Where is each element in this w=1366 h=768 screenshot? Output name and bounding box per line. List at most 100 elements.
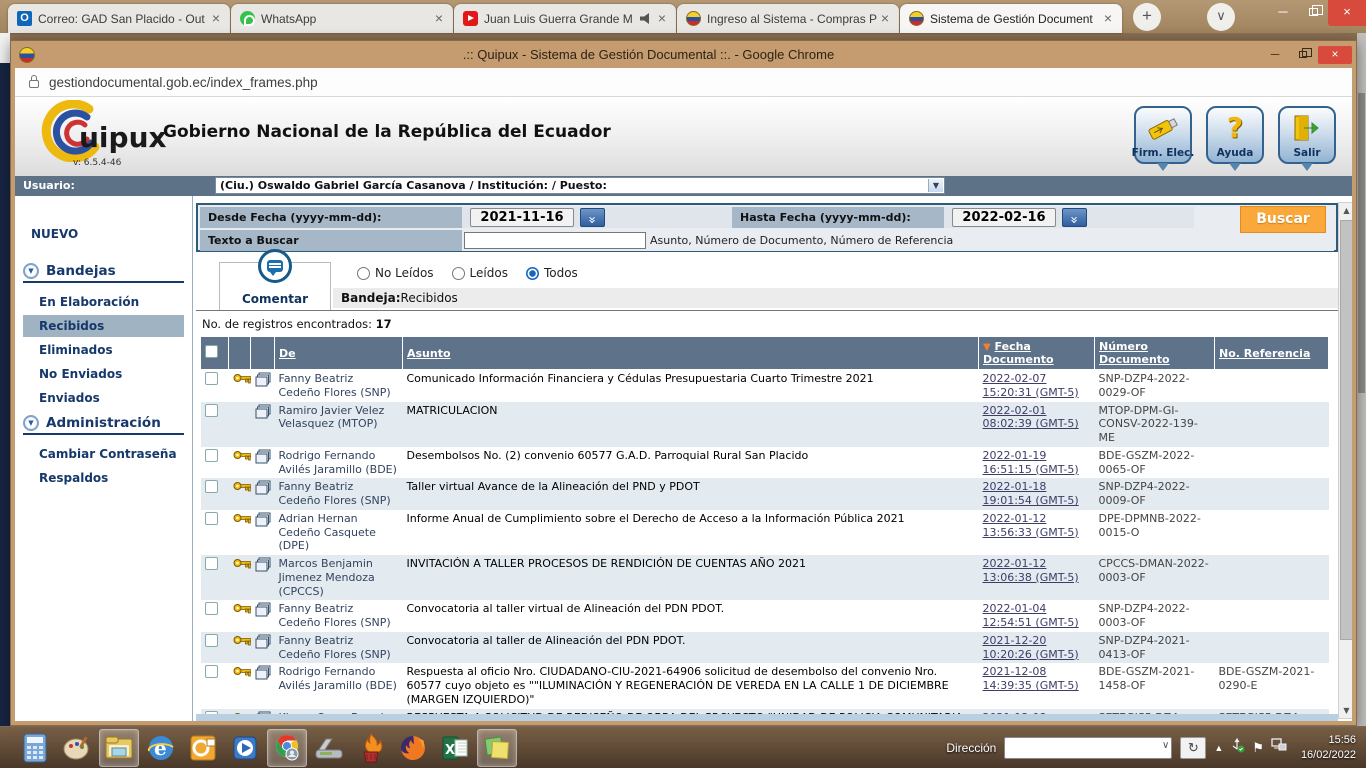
row-checkbox[interactable]	[205, 404, 218, 417]
row-checkbox[interactable]	[205, 480, 218, 493]
row-checkbox[interactable]	[205, 665, 218, 678]
fecha-link[interactable]: 2022-01-19 16:51:15 (GMT-5)	[983, 449, 1079, 476]
documents-stack-icon[interactable]	[255, 602, 272, 622]
ayuda-button[interactable]: ? Ayuda	[1206, 106, 1264, 164]
documents-stack-icon[interactable]	[255, 665, 272, 685]
buscar-button[interactable]: Buscar	[1240, 206, 1326, 233]
asunto-header[interactable]: Asunto	[403, 337, 979, 370]
documents-stack-icon[interactable]	[255, 634, 272, 654]
select-all-checkbox[interactable]	[205, 345, 218, 358]
fecha-link[interactable]: 2021-12-08 14:39:35 (GMT-5)	[983, 665, 1079, 692]
popup-restore-button[interactable]	[1290, 46, 1316, 64]
restore-button[interactable]	[1298, 0, 1328, 26]
taskbar-internet-explorer-icon[interactable]: e	[141, 729, 181, 767]
close-button[interactable]: ×	[1328, 0, 1366, 26]
row-checkbox[interactable]	[205, 602, 218, 615]
documents-stack-icon[interactable]	[255, 480, 272, 500]
popup-minimize-button[interactable]: ─	[1262, 46, 1288, 64]
lock-icon[interactable]	[29, 80, 39, 88]
sidebar-item-enviados[interactable]: Enviados	[23, 387, 184, 409]
documents-stack-icon[interactable]	[255, 512, 272, 532]
user-select[interactable]: (Ciu.) Oswaldo Gabriel García Casanova /…	[215, 177, 945, 194]
select-arrow-icon[interactable]: ▼	[928, 179, 943, 192]
tab-close-icon[interactable]: ×	[654, 11, 670, 27]
table-row[interactable]: Fanny Beatriz Cedeño Flores (SNP) Convoc…	[201, 632, 1329, 664]
radio-button[interactable]	[452, 267, 465, 280]
comentar-button[interactable]: Comentar	[219, 262, 331, 310]
texto-buscar-input[interactable]	[464, 232, 646, 249]
direccion-dropdown-icon[interactable]: ∨	[1162, 740, 1169, 751]
scroll-up-icon[interactable]: ▲	[1339, 203, 1352, 218]
browser-tab[interactable]: Juan Luis Guerra Grande M ×	[454, 4, 676, 33]
direccion-go-button[interactable]: ↻	[1180, 737, 1206, 759]
url-bar[interactable]: gestiondocumental.gob.ec/index_frames.ph…	[15, 68, 1352, 97]
radio-button[interactable]	[526, 267, 539, 280]
tab-search-chevron-icon[interactable]: ∨	[1207, 3, 1235, 31]
tab-close-icon[interactable]: ×	[1100, 11, 1116, 27]
sidebar-item-nuevo[interactable]: NUEVO	[31, 224, 192, 257]
salir-button[interactable]: Salir	[1278, 106, 1336, 164]
taskbar-calculator-icon[interactable]	[15, 729, 55, 767]
fecha-link[interactable]: 2022-02-07 15:20:31 (GMT-5)	[983, 372, 1079, 399]
scrollbar-thumb[interactable]	[1340, 220, 1352, 640]
new-tab-button[interactable]: +	[1133, 3, 1161, 31]
popup-titlebar[interactable]: .:: Quipux - Sistema de Gestión Document…	[11, 41, 1356, 68]
url-text[interactable]: gestiondocumental.gob.ec/index_frames.ph…	[49, 75, 318, 90]
content-scrollbar[interactable]: ▲ ▼	[1338, 202, 1352, 719]
taskbar-clock[interactable]: 15:5616/02/2022	[1301, 733, 1356, 762]
taskbar-scanner-icon[interactable]	[309, 729, 349, 767]
taskbar-chrome-icon[interactable]	[267, 729, 307, 767]
table-row[interactable]: Adrian Hernan Cedeño Casquete (DPE) Info…	[201, 510, 1329, 555]
usb-tray-icon[interactable]	[1230, 738, 1245, 758]
fecha-link[interactable]: 2022-01-12 13:06:38 (GMT-5)	[983, 557, 1079, 584]
sidebar-item-en-elaboración[interactable]: En Elaboración	[23, 291, 184, 313]
radio-button[interactable]	[357, 267, 370, 280]
sidebar-item-no-enviados[interactable]: No Enviados	[23, 363, 184, 385]
table-row[interactable]: Fanny Beatriz Cedeño Flores (SNP) Taller…	[201, 478, 1329, 510]
taskbar-firefox-icon[interactable]	[393, 729, 433, 767]
numero-header[interactable]: Número Documento	[1095, 337, 1215, 370]
documents-stack-icon[interactable]	[255, 557, 272, 577]
direccion-input[interactable]: ∨	[1004, 737, 1172, 759]
referencia-header[interactable]: No. Referencia	[1215, 337, 1329, 370]
taskbar-cleaner-icon[interactable]	[351, 729, 391, 767]
taskbar-sticky-notes-icon[interactable]	[477, 729, 517, 767]
row-checkbox[interactable]	[205, 634, 218, 647]
browser-tab[interactable]: Ingreso al Sistema - Compras P ×	[677, 4, 899, 33]
taskbar-outlook-icon[interactable]	[183, 729, 223, 767]
fecha-link[interactable]: 2022-01-18 19:01:54 (GMT-5)	[983, 480, 1079, 507]
taskbar-excel-icon[interactable]: X	[435, 729, 475, 767]
fecha-link[interactable]: 2022-02-01 08:02:39 (GMT-5)	[983, 404, 1079, 431]
documents-stack-icon[interactable]	[255, 404, 272, 424]
tab-close-icon[interactable]: ×	[877, 11, 893, 27]
table-row[interactable]: Fanny Beatriz Cedeño Flores (SNP) Convoc…	[201, 600, 1329, 632]
row-checkbox[interactable]	[205, 449, 218, 462]
show-hidden-icons[interactable]: ▲	[1214, 743, 1223, 753]
fecha-header[interactable]: ▼ Fecha Documento	[979, 337, 1095, 370]
documents-stack-icon[interactable]	[255, 372, 272, 392]
fecha-link[interactable]: 2021-12-20 10:20:26 (GMT-5)	[983, 634, 1079, 661]
radio-label[interactable]: Leídos	[470, 266, 508, 280]
tab-close-icon[interactable]: ×	[208, 11, 224, 27]
sidebar-item-eliminados[interactable]: Eliminados	[23, 339, 184, 361]
background-window-scrollbar[interactable]	[1357, 33, 1366, 726]
action-center-flag-icon[interactable]: ⚑	[1252, 740, 1264, 756]
minimize-button[interactable]: ─	[1268, 0, 1298, 26]
desde-calendar-button[interactable]: «	[580, 208, 605, 227]
radio-label[interactable]: Todos	[544, 266, 578, 280]
select-all-header[interactable]	[201, 337, 229, 370]
row-checkbox[interactable]	[205, 512, 218, 525]
table-row[interactable]: Rodrigo Fernando Avilés Jaramillo (BDE) …	[201, 447, 1329, 479]
table-row[interactable]: Ramiro Javier Velez Velasquez (MTOP) MAT…	[201, 402, 1329, 447]
table-row[interactable]: Fanny Beatriz Cedeño Flores (SNP) Comuni…	[201, 370, 1329, 402]
tab-audio-icon[interactable]	[640, 13, 652, 24]
firma-electronica-button[interactable]: Firm. Elec.	[1134, 106, 1192, 164]
de-header[interactable]: De	[275, 337, 403, 370]
browser-tab[interactable]: Sistema de Gestión Document ×	[900, 4, 1122, 33]
radio-label[interactable]: No Leídos	[375, 266, 434, 280]
table-row[interactable]: Rodrigo Fernando Avilés Jaramillo (BDE) …	[201, 663, 1329, 708]
taskbar-media-player-icon[interactable]	[225, 729, 265, 767]
hasta-fecha-input[interactable]: 2022-02-16	[952, 208, 1056, 227]
section-chevron-icon[interactable]: ▼	[23, 263, 39, 279]
fecha-link[interactable]: 2022-01-04 12:54:51 (GMT-5)	[983, 602, 1079, 629]
